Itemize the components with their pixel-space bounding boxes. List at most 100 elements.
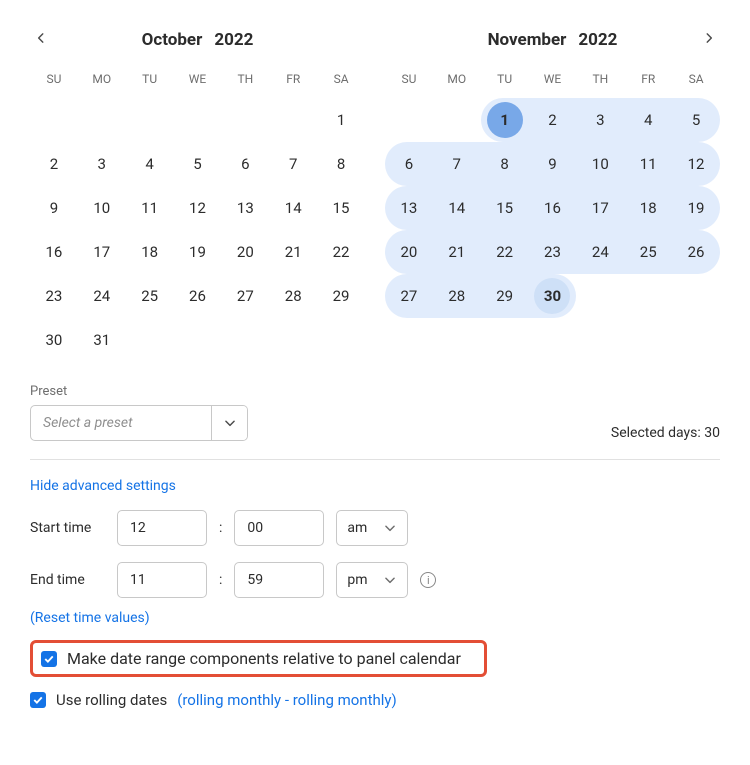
calendar-day[interactable]: 5	[174, 142, 222, 186]
calendar-day[interactable]: 21	[269, 230, 317, 274]
dow-header: TH	[221, 66, 269, 98]
calendar-day[interactable]: 1	[317, 98, 365, 142]
calendar-day[interactable]: 24	[576, 230, 624, 274]
calendar-day[interactable]: 2	[30, 142, 78, 186]
calendar-day[interactable]: 6	[385, 142, 433, 186]
calendar-day[interactable]: 3	[576, 98, 624, 142]
calendar-day[interactable]: 27	[385, 274, 433, 318]
calendar-day[interactable]: 13	[385, 186, 433, 230]
calendar-day[interactable]: 21	[433, 230, 481, 274]
end-hour-input[interactable]: 11	[117, 562, 207, 598]
calendar-day[interactable]: 28	[433, 274, 481, 318]
calendar-day[interactable]: 11	[126, 186, 174, 230]
calendar-day[interactable]: 20	[385, 230, 433, 274]
calendar-day[interactable]: 4	[126, 142, 174, 186]
calendar-day[interactable]: 16	[529, 186, 577, 230]
calendar-day[interactable]: 4	[624, 98, 672, 142]
next-month-button[interactable]	[698, 26, 720, 54]
calendar-day[interactable]: 9	[529, 142, 577, 186]
calendar-day[interactable]: 18	[126, 230, 174, 274]
preset-label: Preset	[30, 384, 248, 399]
dow-header: FR	[624, 66, 672, 98]
calendar-day[interactable]: 14	[269, 186, 317, 230]
calendar-day[interactable]: 8	[317, 142, 365, 186]
dow-header: SU	[30, 66, 78, 98]
start-hour-input[interactable]: 12	[117, 510, 207, 546]
rolling-checkbox-label: Use rolling dates	[56, 691, 167, 709]
dow-header: WE	[529, 66, 577, 98]
end-minute-input[interactable]: 59	[234, 562, 324, 598]
reset-time-link[interactable]: (Reset time values)	[30, 610, 720, 626]
calendar-day[interactable]: 2	[529, 98, 577, 142]
preset-dropdown-toggle[interactable]	[211, 406, 247, 440]
calendar-day[interactable]: 8	[481, 142, 529, 186]
dow-header: TH	[576, 66, 624, 98]
dow-header: TU	[481, 66, 529, 98]
relative-option-highlight: Make date range components relative to p…	[30, 640, 487, 677]
calendar-day[interactable]: 23	[30, 274, 78, 318]
dow-header: SA	[672, 66, 720, 98]
info-icon[interactable]: i	[420, 572, 436, 588]
calendar-day[interactable]: 7	[433, 142, 481, 186]
calendar-day[interactable]: 10	[78, 186, 126, 230]
dow-header: FR	[269, 66, 317, 98]
calendar-day[interactable]: 17	[78, 230, 126, 274]
end-ampm-select[interactable]: pm	[336, 562, 408, 598]
divider	[30, 459, 720, 460]
calendar-day[interactable]: 10	[576, 142, 624, 186]
calendar-day[interactable]: 29	[317, 274, 365, 318]
calendar-day[interactable]: 12	[174, 186, 222, 230]
rolling-description[interactable]: (rolling monthly - rolling monthly)	[177, 691, 396, 709]
calendar-day[interactable]: 11	[624, 142, 672, 186]
calendar-day[interactable]: 24	[78, 274, 126, 318]
calendar-day[interactable]: 30	[529, 274, 577, 318]
calendar-day[interactable]: 16	[30, 230, 78, 274]
calendar-day[interactable]: 3	[78, 142, 126, 186]
calendar-day[interactable]: 22	[481, 230, 529, 274]
calendar-day[interactable]: 28	[269, 274, 317, 318]
calendar-day[interactable]: 19	[672, 186, 720, 230]
start-time-label: Start time	[30, 520, 105, 536]
end-time-label: End time	[30, 572, 105, 588]
start-minute-input[interactable]: 00	[234, 510, 324, 546]
calendar-day[interactable]: 19	[174, 230, 222, 274]
preset-dropdown[interactable]: Select a preset	[30, 405, 248, 441]
calendar-day[interactable]: 31	[78, 318, 126, 362]
calendar-day[interactable]: 14	[433, 186, 481, 230]
calendar-day[interactable]: 26	[672, 230, 720, 274]
relative-checkbox-label: Make date range components relative to p…	[67, 649, 461, 668]
selected-days-label: Selected days: 30	[611, 425, 720, 441]
dow-header: MO	[433, 66, 481, 98]
calendar-day[interactable]: 20	[221, 230, 269, 274]
month-left: October 2022 SUMOTUWETHFRSA 123456789101…	[30, 30, 365, 362]
month-left-year: 2022	[214, 30, 253, 50]
calendar-day[interactable]: 15	[317, 186, 365, 230]
hide-advanced-link[interactable]: Hide advanced settings	[30, 478, 720, 494]
month-left-label: October	[142, 30, 203, 50]
relative-checkbox[interactable]	[41, 651, 57, 667]
prev-month-button[interactable]	[30, 26, 52, 54]
calendar-day[interactable]: 23	[529, 230, 577, 274]
calendar-day[interactable]: 25	[126, 274, 174, 318]
calendar-day[interactable]: 6	[221, 142, 269, 186]
calendar-day[interactable]: 13	[221, 186, 269, 230]
calendar-day[interactable]: 9	[30, 186, 78, 230]
calendar-day[interactable]: 22	[317, 230, 365, 274]
calendar-day[interactable]: 1	[481, 98, 529, 142]
calendar-day[interactable]: 5	[672, 98, 720, 142]
calendar-day[interactable]: 29	[481, 274, 529, 318]
preset-placeholder: Select a preset	[31, 406, 211, 440]
dow-header: SU	[385, 66, 433, 98]
calendar-day[interactable]: 26	[174, 274, 222, 318]
calendar-day[interactable]: 12	[672, 142, 720, 186]
calendar-day[interactable]: 17	[576, 186, 624, 230]
calendar-day[interactable]: 30	[30, 318, 78, 362]
calendar-day[interactable]: 25	[624, 230, 672, 274]
calendar-day[interactable]: 15	[481, 186, 529, 230]
calendar-day[interactable]: 27	[221, 274, 269, 318]
calendar-day[interactable]: 18	[624, 186, 672, 230]
calendar-day[interactable]: 7	[269, 142, 317, 186]
dow-header: SA	[317, 66, 365, 98]
rolling-checkbox[interactable]	[30, 692, 46, 708]
start-ampm-select[interactable]: am	[336, 510, 408, 546]
